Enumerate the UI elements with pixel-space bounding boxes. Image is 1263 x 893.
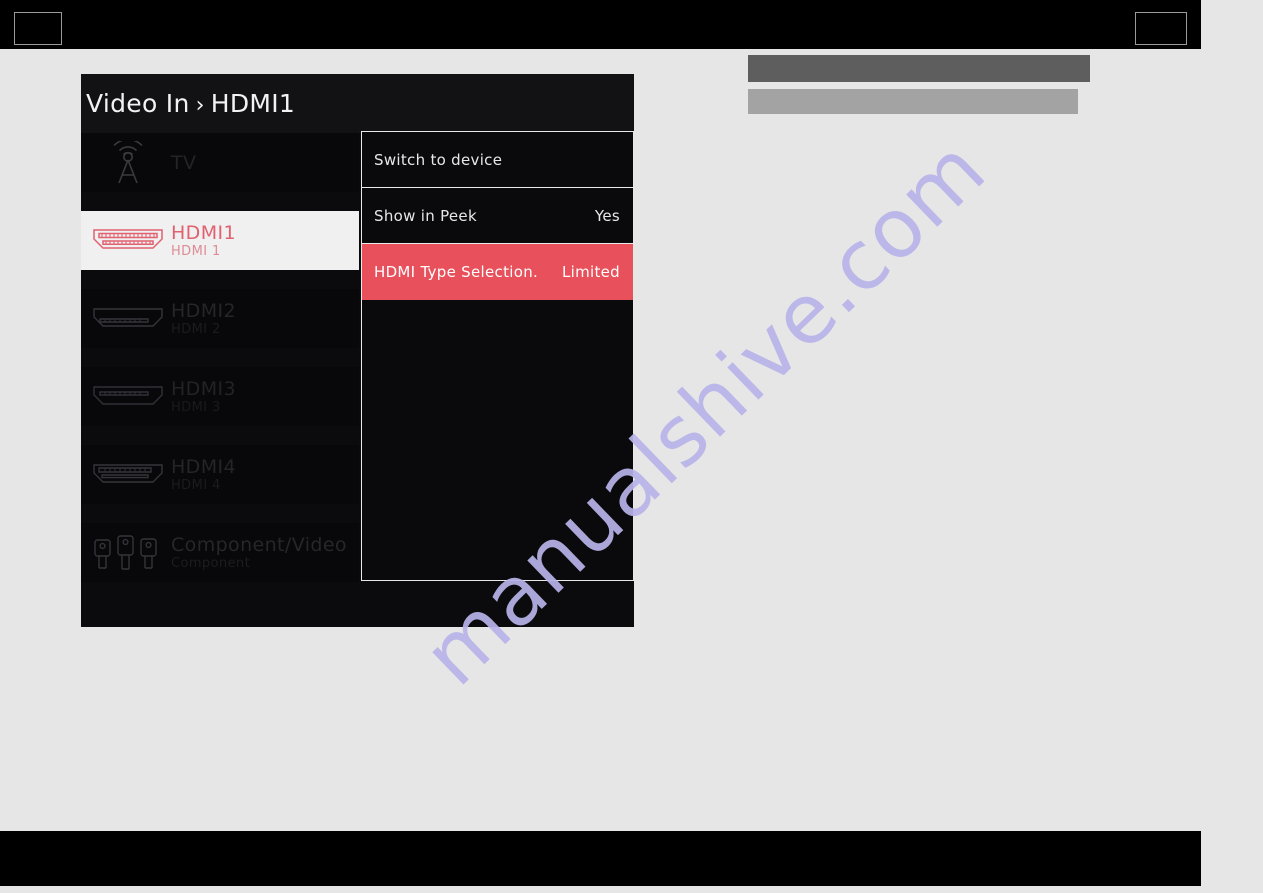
bottom-black-band xyxy=(0,831,1201,886)
menu-item-switch-to-device[interactable]: Switch to device xyxy=(362,132,633,188)
source-text: TV xyxy=(171,152,196,174)
source-text: HDMI4 HDMI 4 xyxy=(171,456,236,494)
source-row-hdmi2[interactable]: HDMI2 HDMI 2 xyxy=(81,289,359,348)
source-row-hdmi1[interactable]: HDMI1 HDMI 1 xyxy=(81,211,359,270)
breadcrumb-current: HDMI1 xyxy=(210,89,296,118)
source-row-hdmi3[interactable]: HDMI3 HDMI 3 xyxy=(81,367,359,426)
menu-item-label: Switch to device xyxy=(374,150,503,169)
header-placeholder-box-left xyxy=(14,12,62,45)
source-subtitle: HDMI 1 xyxy=(171,243,221,259)
antenna-icon xyxy=(85,140,171,186)
hdmi-connector-icon xyxy=(85,374,171,420)
chevron-right-icon: › xyxy=(195,93,205,118)
menu-item-label: HDMI Type Selection. xyxy=(374,262,539,281)
source-subtitle: Component xyxy=(171,555,251,571)
video-in-osd-panel: Video In › HDMI1 TV HDMI1 HDMI 1 HDMI2 H… xyxy=(81,74,634,627)
source-name: HDMI1 xyxy=(171,221,237,244)
source-name: Component/Video xyxy=(171,533,347,556)
menu-item-label: Show in Peek xyxy=(374,206,477,225)
source-subtitle: HDMI 2 xyxy=(171,321,221,337)
top-band-right-gap xyxy=(1201,0,1263,49)
menu-item-value: Limited xyxy=(561,262,620,281)
source-row-hdmi4[interactable]: HDMI4 HDMI 4 xyxy=(81,445,359,504)
breadcrumb-root[interactable]: Video In xyxy=(86,89,190,118)
breadcrumb: Video In › HDMI1 xyxy=(86,89,295,118)
source-text: Component/Video Component xyxy=(171,534,347,572)
osd-header: Video In › HDMI1 xyxy=(81,74,634,133)
redaction-bar-primary xyxy=(748,55,1090,82)
rca-connectors-icon xyxy=(85,530,171,576)
source-subtitle: HDMI 4 xyxy=(171,477,221,493)
source-text: HDMI3 HDMI 3 xyxy=(171,378,236,416)
source-text: HDMI2 HDMI 2 xyxy=(171,300,236,338)
menu-item-show-in-peek[interactable]: Show in Peek Yes xyxy=(362,188,633,244)
source-row-tv[interactable]: TV xyxy=(81,133,359,192)
source-name: HDMI3 xyxy=(171,377,237,400)
hdmi-connector-icon xyxy=(85,296,171,342)
redaction-bar-secondary xyxy=(748,89,1078,114)
source-name: TV xyxy=(171,151,197,174)
source-subtitle: HDMI 3 xyxy=(171,399,221,415)
top-black-band xyxy=(0,0,1201,49)
hdmi1-context-menu: Switch to device Show in Peek Yes HDMI T… xyxy=(361,131,634,581)
source-name: HDMI2 xyxy=(171,299,237,322)
menu-item-value: Yes xyxy=(594,206,620,225)
hdmi-connector-icon xyxy=(85,218,171,264)
source-text: HDMI1 HDMI 1 xyxy=(171,222,236,260)
source-name: HDMI4 xyxy=(171,455,237,478)
menu-item-hdmi-type-selection[interactable]: HDMI Type Selection. Limited xyxy=(362,244,633,300)
hdmi-connector-icon xyxy=(85,452,171,498)
page-root: Video In › HDMI1 TV HDMI1 HDMI 1 HDMI2 H… xyxy=(0,0,1263,893)
source-row-component-video[interactable]: Component/Video Component xyxy=(81,523,359,582)
header-placeholder-box-right xyxy=(1135,12,1187,45)
